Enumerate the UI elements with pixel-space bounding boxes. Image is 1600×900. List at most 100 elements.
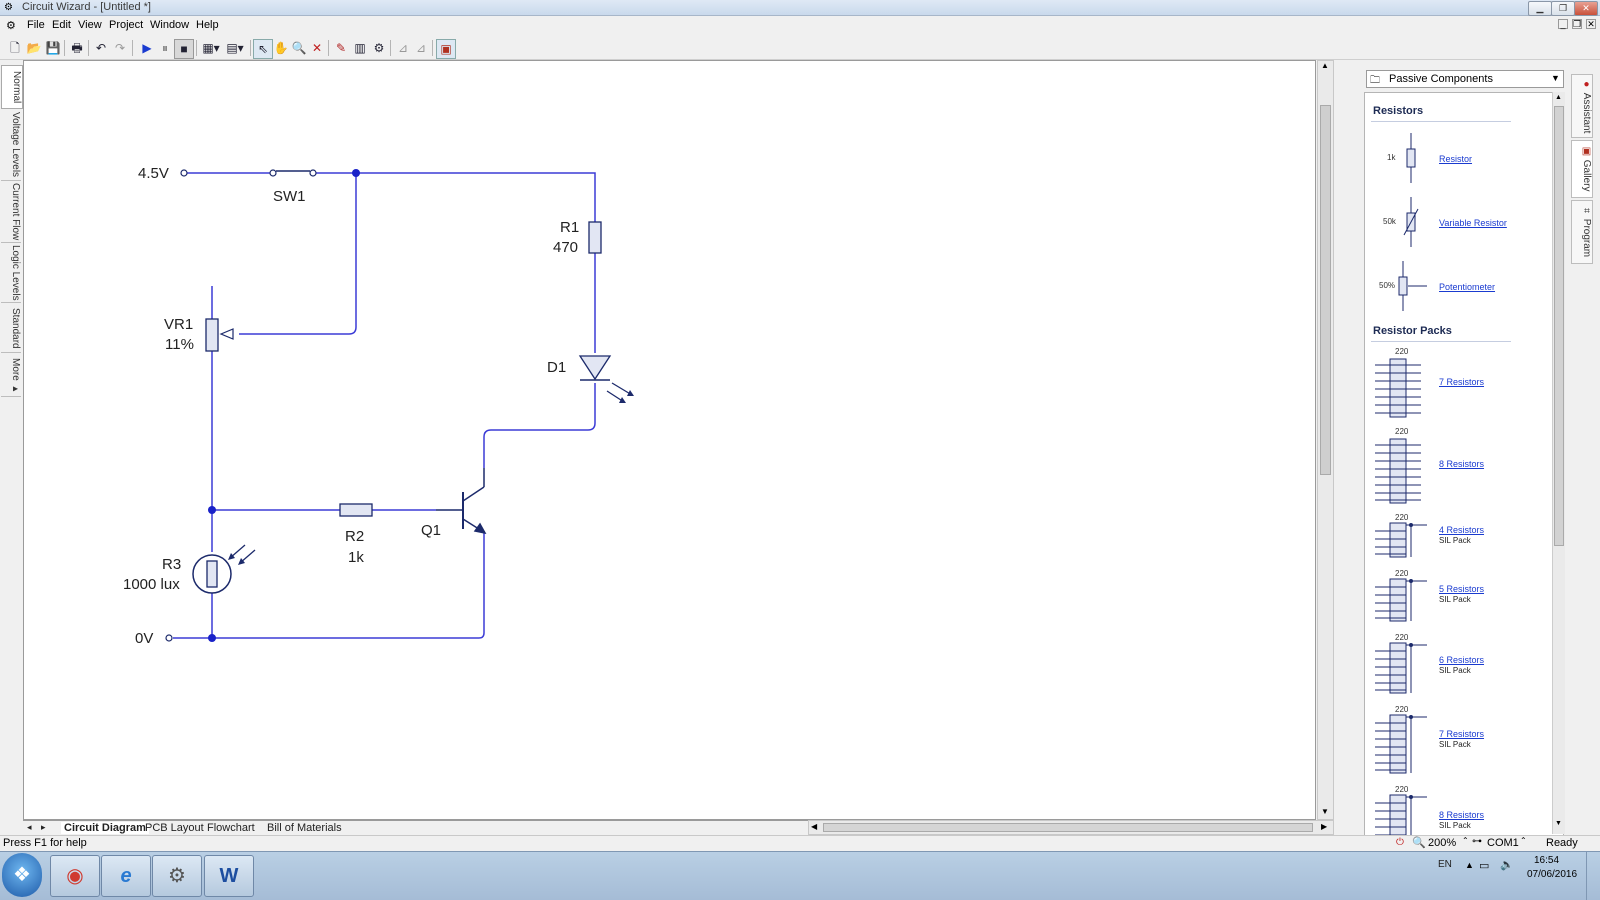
scroll-down-icon[interactable]: ▼: [1321, 807, 1329, 816]
item-label[interactable]: 4 Resistors: [1439, 525, 1484, 535]
taskbar-ie[interactable]: e: [101, 855, 151, 897]
menu-project[interactable]: Project: [109, 19, 143, 31]
pan-hand-icon[interactable]: ✋: [272, 39, 290, 57]
gallery-item-sil-pack[interactable]: 220 8 Resistors SIL Pack: [1371, 785, 1551, 837]
tab-normal[interactable]: Normal: [1, 65, 23, 109]
circuit-canvas[interactable]: 4.5V 0V SW1 R1 470 VR1 11% D1 R2 1k Q1 R…: [23, 60, 1316, 820]
start-button[interactable]: ❖: [2, 853, 42, 897]
scroll-thumb[interactable]: [1320, 105, 1331, 475]
zoom-level[interactable]: 200%: [1428, 837, 1456, 849]
tab-logic-levels[interactable]: Logic Levels: [1, 244, 21, 303]
tab-scroll-left-icon[interactable]: ◂: [27, 822, 32, 833]
restore-button[interactable]: ❐: [1551, 1, 1575, 16]
component-menu-icon[interactable]: ▦▾: [200, 39, 222, 57]
terminal-0v[interactable]: [165, 634, 173, 642]
item-label[interactable]: 7 Resistors: [1439, 377, 1484, 387]
gallery-icon[interactable]: ▣: [436, 39, 456, 59]
show-desktop-button[interactable]: [1586, 852, 1598, 900]
tray-expand-icon[interactable]: ▲: [1465, 860, 1474, 870]
item-label[interactable]: Resistor: [1439, 154, 1472, 164]
transistor-q1[interactable]: [436, 468, 487, 535]
gallery-item-sil-pack[interactable]: 220 6 Resistors SIL Pack: [1371, 633, 1551, 697]
tab-standard[interactable]: Standard: [1, 304, 21, 353]
item-label[interactable]: 7 Resistors: [1439, 729, 1484, 739]
network-icon[interactable]: ▭: [1479, 859, 1489, 872]
print-icon[interactable]: 🖶: [68, 39, 86, 57]
volume-icon[interactable]: 🔈: [1500, 858, 1514, 871]
menu-view[interactable]: View: [78, 19, 102, 31]
stop-icon[interactable]: ■: [174, 39, 194, 59]
gallery-category-dropdown[interactable]: 🗀 Passive Components ▼: [1366, 70, 1564, 88]
taskbar-chrome[interactable]: ◉: [50, 855, 100, 897]
gallery-item-pack[interactable]: 220 7 Resistors: [1371, 347, 1551, 419]
menu-edit[interactable]: Edit: [52, 19, 71, 31]
doc-close-button[interactable]: ✕: [1586, 19, 1596, 29]
taskbar-circuit-wizard[interactable]: ⚙: [152, 855, 202, 897]
variable-resistor-vr1[interactable]: [205, 318, 234, 352]
undo-icon[interactable]: ↶: [92, 39, 110, 57]
resistor-r2[interactable]: [339, 503, 373, 517]
resistor-r1[interactable]: [588, 221, 602, 254]
terminal-4-5v[interactable]: [180, 169, 188, 177]
scroll-up-icon[interactable]: ▲: [1555, 94, 1562, 101]
probe-icon[interactable]: ✎: [332, 39, 350, 57]
graph-icon[interactable]: ▥: [351, 39, 369, 57]
gallery-item-sil-pack[interactable]: 220 5 Resistors SIL Pack: [1371, 569, 1551, 625]
tab-pcb-layout[interactable]: PCB Layout: [145, 822, 204, 834]
save-icon[interactable]: 💾: [44, 39, 62, 57]
run-icon[interactable]: ▶: [138, 39, 156, 57]
scroll-right-icon[interactable]: ▶: [1321, 822, 1327, 831]
tab-current-flow[interactable]: Current Flow: [1, 182, 21, 243]
minimize-button[interactable]: ▁: [1528, 1, 1552, 16]
menu-help[interactable]: Help: [196, 19, 219, 31]
language-indicator[interactable]: EN: [1438, 859, 1452, 870]
tab-scroll-right-icon[interactable]: ▸: [41, 822, 46, 833]
switch-sw1[interactable]: [269, 169, 317, 177]
scroll-down-icon[interactable]: ▼: [1555, 820, 1562, 827]
gallery-item-sil-pack[interactable]: 220 7 Resistors SIL Pack: [1371, 705, 1551, 775]
layout-menu-icon[interactable]: ▤▾: [224, 39, 246, 57]
port-stepper-icon[interactable]: ⌃: [1520, 836, 1527, 845]
item-label[interactable]: Potentiometer: [1439, 282, 1495, 292]
tab-more[interactable]: More ▸: [1, 356, 21, 397]
select-icon[interactable]: ⇖: [253, 39, 273, 59]
app-icon[interactable]: ⚙: [4, 2, 13, 13]
port-name[interactable]: COM1: [1487, 837, 1519, 849]
zoom-stepper-icon[interactable]: ⌃: [1462, 836, 1469, 845]
redo-icon[interactable]: ↷: [111, 39, 129, 57]
tab-gallery[interactable]: ▣ Gallery: [1571, 140, 1593, 198]
taskbar-word[interactable]: W: [204, 855, 254, 897]
new-icon[interactable]: 🗋: [6, 39, 24, 57]
doc-restore-button[interactable]: ❐: [1572, 19, 1582, 29]
tab-bill-of-materials[interactable]: Bill of Materials: [267, 822, 342, 834]
scroll-up-icon[interactable]: ▲: [1321, 61, 1329, 70]
doc-minimize-button[interactable]: _: [1558, 19, 1568, 29]
item-label[interactable]: 5 Resistors: [1439, 584, 1484, 594]
tab-flowchart[interactable]: Flowchart: [207, 822, 255, 834]
item-label[interactable]: 8 Resistors: [1439, 459, 1484, 469]
item-label[interactable]: 6 Resistors: [1439, 655, 1484, 665]
scroll-thumb[interactable]: [1554, 106, 1564, 546]
tab-voltage-levels[interactable]: Voltage Levels: [1, 110, 21, 181]
component-icon[interactable]: ⚙: [370, 39, 388, 57]
gallery-item-variable-resistor[interactable]: 50k Variable Resistor: [1371, 197, 1551, 249]
menu-window[interactable]: Window: [150, 19, 189, 31]
gallery-item-potentiometer[interactable]: 50% Potentiometer: [1371, 261, 1551, 313]
chevron-down-icon[interactable]: ▼: [1551, 73, 1560, 83]
zoom-icon[interactable]: 🔍: [1412, 836, 1426, 849]
led-d1[interactable]: [578, 355, 634, 403]
scroll-left-icon[interactable]: ◀: [811, 822, 817, 831]
scroll-thumb[interactable]: [823, 823, 1313, 832]
rotate-right-icon[interactable]: ⊿: [412, 39, 430, 57]
ldr-r3[interactable]: [192, 544, 256, 594]
document-icon[interactable]: ⚙: [6, 19, 16, 32]
rotate-left-icon[interactable]: ⊿: [394, 39, 412, 57]
power-icon[interactable]: ⏻: [1396, 837, 1404, 848]
canvas-horizontal-scrollbar[interactable]: ◀ ▶: [808, 820, 1334, 835]
open-icon[interactable]: 📂: [25, 39, 43, 57]
item-label[interactable]: 8 Resistors: [1439, 810, 1484, 820]
item-label[interactable]: Variable Resistor: [1439, 218, 1507, 228]
gallery-item-pack[interactable]: 220 8 Resistors: [1371, 427, 1551, 505]
canvas-vertical-scrollbar[interactable]: ▲ ▼: [1317, 60, 1334, 820]
zoom-icon[interactable]: 🔍: [290, 39, 308, 57]
